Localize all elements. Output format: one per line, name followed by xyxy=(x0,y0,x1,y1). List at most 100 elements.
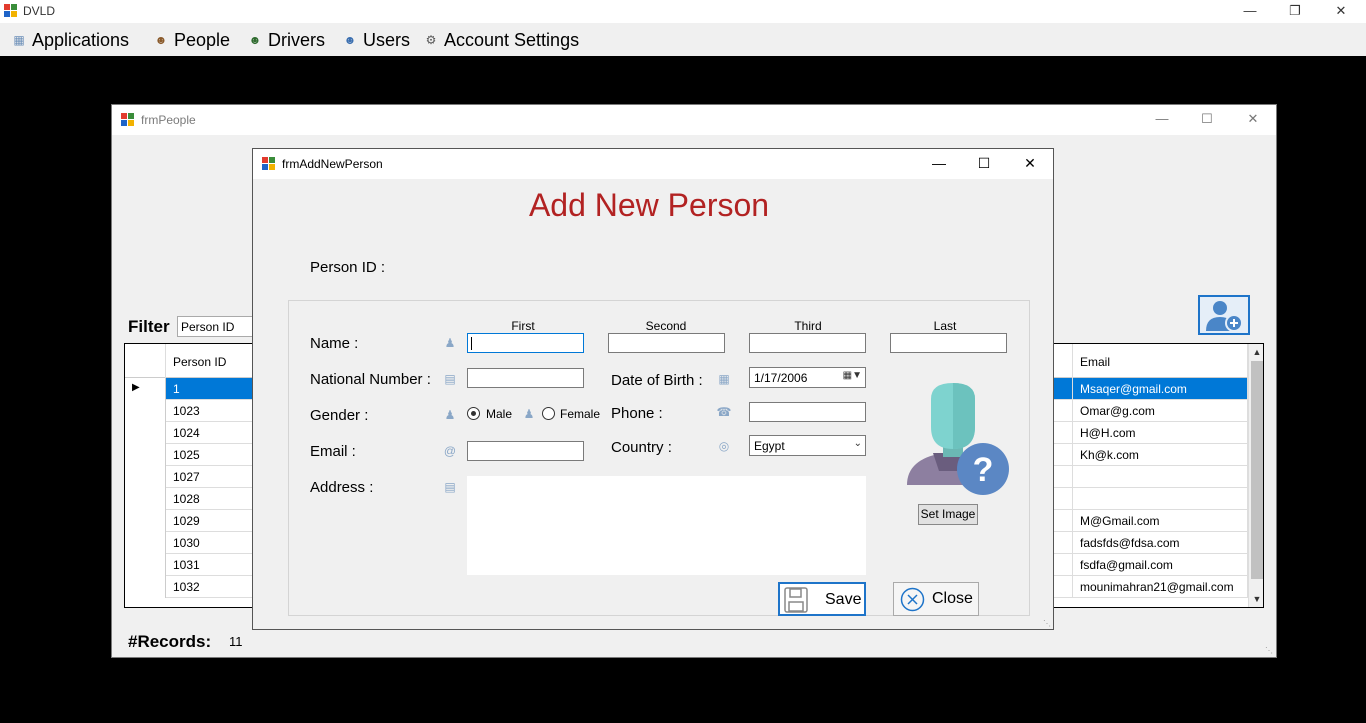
filter-combo[interactable]: Person ID xyxy=(177,316,257,337)
row-header[interactable] xyxy=(125,422,166,444)
last-name-header: Last xyxy=(933,319,957,333)
second-name-header: Second xyxy=(645,319,687,333)
scroll-down-icon[interactable]: ▼ xyxy=(1249,591,1263,607)
form-icon xyxy=(262,157,276,171)
address-field[interactable] xyxy=(467,476,866,575)
person-id-cell[interactable]: 1023 xyxy=(166,400,266,422)
email-field[interactable] xyxy=(467,441,584,461)
form-icon xyxy=(121,113,135,127)
minimize-icon[interactable]: — xyxy=(1227,0,1273,23)
third-name-header: Third xyxy=(794,319,822,333)
gender-label: Gender : xyxy=(310,407,369,424)
person-id-cell[interactable]: 1 xyxy=(166,378,266,400)
add-person-icon xyxy=(1206,301,1243,332)
column-header-email[interactable]: Email xyxy=(1072,344,1248,378)
row-header[interactable] xyxy=(125,444,166,466)
row-header[interactable] xyxy=(125,466,166,488)
country-select[interactable]: Egypt ⌄ xyxy=(749,435,866,456)
date-value: 1/17/2006 xyxy=(754,371,808,385)
maximize-icon[interactable]: ☐ xyxy=(961,149,1007,179)
scroll-up-icon[interactable]: ▲ xyxy=(1249,344,1263,360)
account-settings-icon: ⚙ xyxy=(425,33,437,47)
person-id-cell[interactable]: 1024 xyxy=(166,422,266,444)
close-icon[interactable]: ✕ xyxy=(1230,105,1276,135)
grid-scrollbar[interactable]: ▲ ▼ xyxy=(1248,344,1263,607)
row-header[interactable] xyxy=(125,554,166,576)
minimize-icon[interactable]: — xyxy=(916,149,962,179)
email-cell[interactable]: Kh@k.com xyxy=(1072,444,1248,466)
male-label[interactable]: Male xyxy=(486,407,512,421)
restore-icon[interactable]: ❐ xyxy=(1272,0,1318,23)
resize-grip-icon[interactable]: ⋱ xyxy=(1265,646,1273,655)
close-circle-icon xyxy=(900,587,925,612)
email-cell[interactable]: mounimahran21@gmail.com xyxy=(1072,576,1248,598)
national-number-label: National Number : xyxy=(310,371,431,388)
menu-people[interactable]: ☻ People xyxy=(154,28,230,52)
email-cell[interactable]: Omar@g.com xyxy=(1072,400,1248,422)
close-icon[interactable]: ✕ xyxy=(1318,0,1364,23)
first-name-field[interactable] xyxy=(467,333,584,353)
person-id-cell[interactable]: 1025 xyxy=(166,444,266,466)
app-icon xyxy=(4,4,18,18)
close-label: Close xyxy=(932,590,973,607)
row-header[interactable] xyxy=(125,576,166,598)
email-cell[interactable] xyxy=(1072,466,1248,488)
date-of-birth-picker[interactable]: 1/17/2006 ▦▼ xyxy=(749,367,866,388)
second-name-field[interactable] xyxy=(608,333,725,353)
menu-account-settings[interactable]: ⚙ Account Settings xyxy=(424,28,579,52)
person-id-cell[interactable]: 1030 xyxy=(166,532,266,554)
first-name-header: First xyxy=(511,319,535,333)
row-header[interactable]: ▶ xyxy=(125,378,166,400)
person-id-cell[interactable]: 1031 xyxy=(166,554,266,576)
maximize-icon[interactable]: ☐ xyxy=(1184,105,1230,135)
row-header[interactable] xyxy=(125,510,166,532)
row-header[interactable] xyxy=(125,488,166,510)
menu-drivers[interactable]: ☻ Drivers xyxy=(248,28,325,52)
person-id-cell[interactable]: 1027 xyxy=(166,466,266,488)
calendar-dropdown-icon[interactable]: ▦▼ xyxy=(843,370,862,381)
minimize-icon[interactable]: — xyxy=(1139,105,1185,135)
email-cell[interactable]: fsdfa@gmail.com xyxy=(1072,554,1248,576)
email-cell[interactable]: Msaqer@gmail.com xyxy=(1072,378,1248,400)
add-person-dialog: frmAddNewPerson — ☐ ✕ Add New Person Per… xyxy=(252,148,1054,630)
phone-field[interactable] xyxy=(749,402,866,422)
floppy-disk-icon xyxy=(784,587,808,613)
row-header[interactable] xyxy=(125,400,166,422)
phone-icon: ☎ xyxy=(716,405,732,419)
national-number-field[interactable] xyxy=(467,368,584,388)
add-person-button[interactable] xyxy=(1198,295,1250,335)
person-id-cell[interactable]: 1029 xyxy=(166,510,266,532)
id-card-icon: ▤ xyxy=(444,372,456,386)
male-radio[interactable] xyxy=(467,407,480,420)
resize-grip-icon[interactable]: ⋱ xyxy=(1043,619,1051,628)
set-image-button[interactable]: Set Image xyxy=(918,504,978,525)
main-title-bar: DVLD — ❐ ✕ xyxy=(0,0,1366,23)
text-caret xyxy=(471,337,472,350)
close-button[interactable]: Close xyxy=(893,582,979,616)
female-radio[interactable] xyxy=(542,407,555,420)
person-id-cell[interactable]: 1032 xyxy=(166,576,266,598)
person-icon: ♟ xyxy=(444,336,456,350)
person-id-cell[interactable]: 1028 xyxy=(166,488,266,510)
email-cell[interactable] xyxy=(1072,488,1248,510)
third-name-field[interactable] xyxy=(749,333,866,353)
name-label: Name : xyxy=(310,335,359,352)
email-cell[interactable]: H@H.com xyxy=(1072,422,1248,444)
close-icon[interactable]: ✕ xyxy=(1007,149,1053,179)
email-label: Email : xyxy=(310,443,356,460)
scroll-thumb[interactable] xyxy=(1251,361,1263,579)
menu-label: People xyxy=(174,29,231,50)
email-cell[interactable]: M@Gmail.com xyxy=(1072,510,1248,532)
save-button[interactable]: Save xyxy=(778,582,866,616)
address-icon: ▤ xyxy=(444,480,456,494)
menu-applications[interactable]: ▦ Applications xyxy=(12,28,129,52)
menu-users[interactable]: ☻ Users xyxy=(343,28,410,52)
row-header[interactable] xyxy=(125,532,166,554)
last-name-field[interactable] xyxy=(890,333,1007,353)
female-label[interactable]: Female xyxy=(560,407,600,421)
dialog-heading: Add New Person xyxy=(528,187,770,223)
menu-bar: ▦ Applications ☻ People ☻ Drivers ☻ User… xyxy=(0,23,1366,56)
column-header-person-id[interactable]: Person ID xyxy=(166,344,266,378)
email-cell[interactable]: fadsfds@fdsa.com xyxy=(1072,532,1248,554)
chevron-down-icon[interactable]: ⌄ xyxy=(854,438,862,449)
